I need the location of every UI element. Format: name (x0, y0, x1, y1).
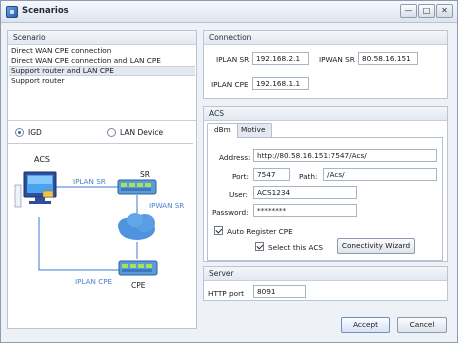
ipwan-sr-field-label: IPWAN SR (319, 55, 355, 64)
title-bar: Scenarios — □ ✕ (1, 1, 457, 23)
server-header: Server (204, 267, 447, 281)
cpe-label: CPE (131, 281, 146, 290)
auto-register-checkbox[interactable] (214, 226, 223, 235)
password-label: Password: (212, 208, 249, 217)
port-label: Port: (232, 172, 249, 181)
radio-igd-label: IGD (28, 127, 42, 137)
network-diagram: ACS SR IPLAN SR IPWAN SR CPE IPLAN CPE (14, 155, 184, 290)
acs-cpe-line (38, 217, 119, 271)
ipwan-sr-label: IPWAN SR (149, 201, 184, 210)
iplan-sr-field-label: IPLAN SR (216, 55, 250, 64)
password-input[interactable]: ******** (253, 204, 357, 217)
router-cpe-icon (118, 260, 158, 276)
iplan-sr-label: IPLAN SR (73, 177, 106, 186)
acs-label: ACS (34, 155, 50, 164)
select-acs-label: Select this ACS (268, 243, 324, 252)
acs-computer-icon (14, 171, 57, 208)
scenario-item-direct-wan[interactable]: Direct WAN CPE connection (9, 46, 195, 56)
scenario-list-divider (8, 120, 196, 121)
address-label: Address: (219, 153, 251, 162)
http-port-input[interactable]: 8091 (253, 285, 306, 298)
path-input[interactable]: /Acs/ (323, 168, 437, 181)
radio-lan-device[interactable]: LAN Device (107, 126, 163, 138)
cancel-button[interactable]: Cancel (397, 317, 447, 333)
close-button[interactable]: ✕ (436, 4, 453, 18)
radio-lan-device-label: LAN Device (120, 127, 164, 137)
radio-igd[interactable]: IGD (15, 126, 42, 138)
radio-lan-device-control[interactable] (107, 127, 116, 137)
radio-divider (7, 143, 193, 144)
iplan-sr-input[interactable]: 192.168.2.1 (252, 52, 309, 65)
http-port-label: HTTP port (208, 289, 244, 298)
select-acs-checkbox[interactable] (255, 242, 264, 251)
radio-igd-control[interactable] (15, 127, 24, 137)
scenario-item-direct-wan-lan[interactable]: Direct WAN CPE connection and LAN CPE (9, 56, 195, 66)
connection-header: Connection (204, 31, 447, 45)
maximize-button[interactable]: □ (418, 4, 435, 18)
user-label: User: (229, 190, 248, 199)
path-label: Path: (299, 172, 318, 181)
scenario-item-support-router[interactable]: Support router (9, 76, 195, 86)
tab-dbm[interactable]: dBm (207, 123, 238, 138)
app-icon (6, 6, 18, 18)
iplan-cpe-input[interactable]: 192.168.1.1 (252, 77, 309, 90)
ipwan-sr-input[interactable]: 80.58.16.151 (358, 52, 418, 65)
scenario-header: Scenario (8, 31, 196, 45)
address-input[interactable]: http://80.58.16.151:7547/Acs/ (253, 149, 437, 162)
iplan-cpe-label: IPLAN CPE (75, 277, 113, 286)
sr-label: SR (140, 170, 150, 179)
minimize-button[interactable]: — (400, 4, 417, 18)
router-sr-icon (117, 179, 157, 195)
window-title: Scenarios (22, 6, 69, 16)
scenario-item-support-router-lan[interactable]: Support router and LAN CPE (9, 66, 195, 76)
internet-cloud-icon (118, 213, 155, 240)
scenarios-window: Scenarios — □ ✕ Scenario Direct WAN CPE … (0, 0, 458, 343)
auto-register-label: Auto Register CPE (227, 227, 293, 236)
iplan-cpe-field-label: IPLAN CPE (211, 80, 249, 89)
accept-button[interactable]: Accept (341, 317, 390, 333)
port-input[interactable]: 7547 (253, 168, 290, 181)
connectivity-wizard-button[interactable]: Conectivity Wizard (337, 238, 415, 254)
scenario-list[interactable]: Direct WAN CPE connection Direct WAN CPE… (9, 46, 195, 86)
tab-motive[interactable]: Motive (234, 123, 273, 137)
user-input[interactable]: ACS1234 (253, 186, 357, 199)
acs-header: ACS (204, 107, 447, 121)
